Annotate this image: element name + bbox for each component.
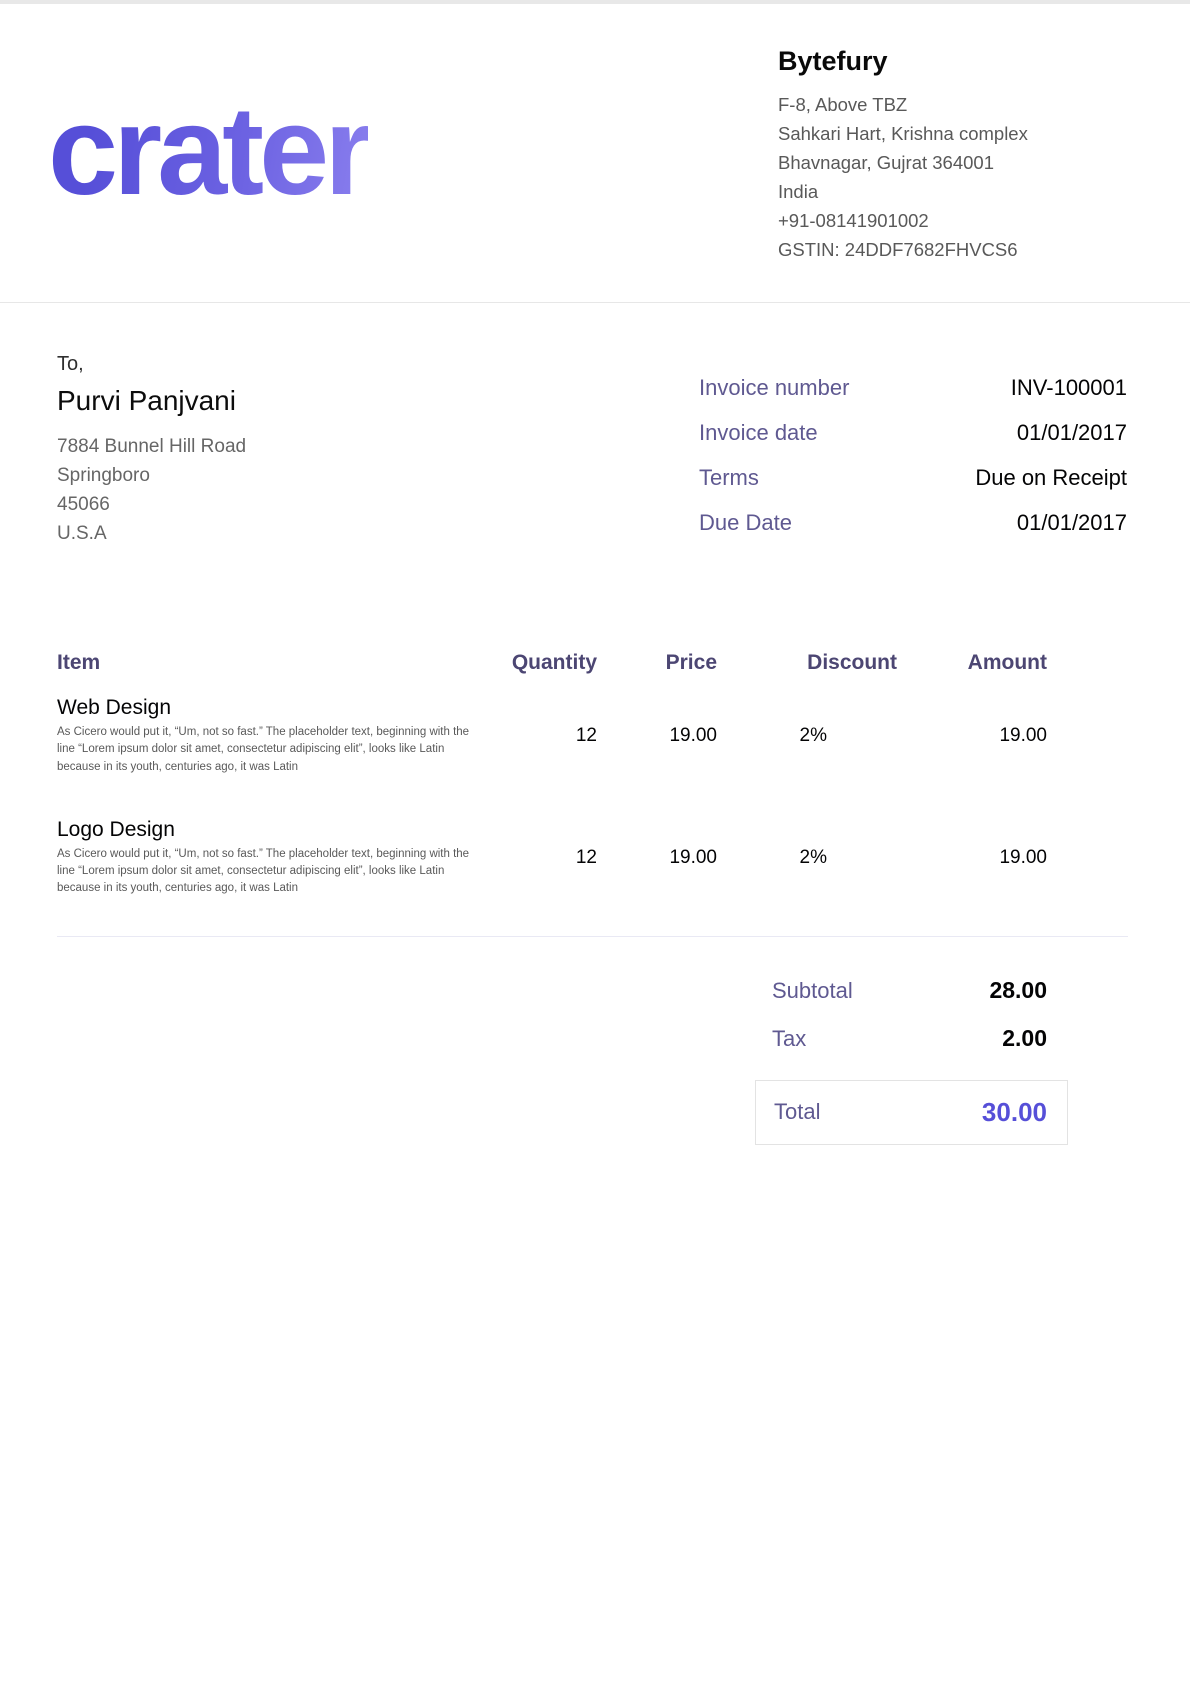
tax-value: 2.00 <box>1002 1025 1047 1052</box>
bill-to-block: To, Purvi Panjvani 7884 Bunnel Hill Road… <box>57 353 246 555</box>
parties-section: To, Purvi Panjvani 7884 Bunnel Hill Road… <box>0 303 1190 555</box>
subtotal-row: Subtotal 28.00 <box>772 977 1047 1004</box>
discount-column-header: Discount <box>717 651 897 675</box>
to-label: To, <box>57 353 246 376</box>
company-address-line: Sahkari Hart, Krishna complex <box>778 119 1128 148</box>
item-name: Web Design <box>57 696 507 720</box>
item-quantity: 12 <box>507 776 597 898</box>
due-date-label: Due Date <box>699 510 792 536</box>
invoice-number-row: Invoice number INV-100001 <box>699 375 1127 401</box>
item-amount: 19.00 <box>897 776 1047 898</box>
item-discount: 2% <box>717 675 897 776</box>
subtotal-value: 28.00 <box>989 977 1047 1004</box>
tax-label: Tax <box>772 1026 806 1052</box>
table-row: Web Design As Cicero would put it, “Um, … <box>57 675 1047 776</box>
company-address-line: Bhavnagar, Gujrat 364001 <box>778 148 1128 177</box>
invoice-header: crater Bytefury F-8, Above TBZ Sahkari H… <box>0 4 1190 303</box>
item-price: 19.00 <box>597 675 717 776</box>
customer-address-line: 45066 <box>57 490 246 519</box>
item-cell: Logo Design As Cicero would put it, “Um,… <box>57 776 507 898</box>
company-phone: +91-08141901002 <box>778 206 1128 235</box>
terms-value: Due on Receipt <box>975 465 1127 491</box>
due-date-value: 01/01/2017 <box>1017 510 1127 536</box>
item-description: As Cicero would put it, “Um, not so fast… <box>57 846 481 898</box>
customer-address-line: Springboro <box>57 461 246 490</box>
item-discount: 2% <box>717 776 897 898</box>
item-quantity: 12 <box>507 675 597 776</box>
items-table: Item Quantity Price Discount Amount Web … <box>57 651 1047 898</box>
due-date-row: Due Date 01/01/2017 <box>699 510 1127 536</box>
invoice-date-row: Invoice date 01/01/2017 <box>699 420 1127 446</box>
customer-address-line: 7884 Bunnel Hill Road <box>57 432 246 461</box>
subtotal-label: Subtotal <box>772 978 853 1004</box>
invoice-number-value: INV-100001 <box>1011 375 1127 401</box>
item-name: Logo Design <box>57 818 507 842</box>
invoice-meta-block: Invoice number INV-100001 Invoice date 0… <box>699 375 1127 555</box>
price-column-header: Price <box>597 651 717 675</box>
company-address-line: F-8, Above TBZ <box>778 90 1128 119</box>
invoice-date-value: 01/01/2017 <box>1017 420 1127 446</box>
items-table-section: Item Quantity Price Discount Amount Web … <box>57 651 1047 898</box>
item-description: As Cicero would put it, “Um, not so fast… <box>57 724 481 776</box>
company-block: Bytefury F-8, Above TBZ Sahkari Hart, Kr… <box>778 40 1128 264</box>
totals-section: Subtotal 28.00 Tax 2.00 Total 30.00 <box>755 977 1068 1145</box>
grand-total-box: Total 30.00 <box>755 1080 1068 1145</box>
items-table-header-row: Item Quantity Price Discount Amount <box>57 651 1047 675</box>
customer-address-line: U.S.A <box>57 519 246 548</box>
item-cell: Web Design As Cicero would put it, “Um, … <box>57 675 507 776</box>
item-amount: 19.00 <box>897 675 1047 776</box>
crater-logo: crater <box>48 82 368 221</box>
terms-label: Terms <box>699 465 759 491</box>
grand-total-label: Total <box>774 1099 820 1125</box>
customer-address: 7884 Bunnel Hill Road Springboro 45066 U… <box>57 432 246 548</box>
company-gstin: GSTIN: 24DDF7682FHVCS6 <box>778 235 1128 264</box>
quantity-column-header: Quantity <box>507 651 597 675</box>
company-name: Bytefury <box>778 46 1128 77</box>
table-bottom-divider <box>57 936 1128 937</box>
customer-name: Purvi Panjvani <box>57 385 246 417</box>
terms-row: Terms Due on Receipt <box>699 465 1127 491</box>
company-address-line: India <box>778 177 1128 206</box>
item-price: 19.00 <box>597 776 717 898</box>
invoice-number-label: Invoice number <box>699 375 849 401</box>
amount-column-header: Amount <box>897 651 1047 675</box>
invoice-date-label: Invoice date <box>699 420 818 446</box>
item-column-header: Item <box>57 651 507 675</box>
tax-row: Tax 2.00 <box>772 1025 1047 1052</box>
grand-total-value: 30.00 <box>982 1097 1047 1128</box>
table-row: Logo Design As Cicero would put it, “Um,… <box>57 776 1047 898</box>
